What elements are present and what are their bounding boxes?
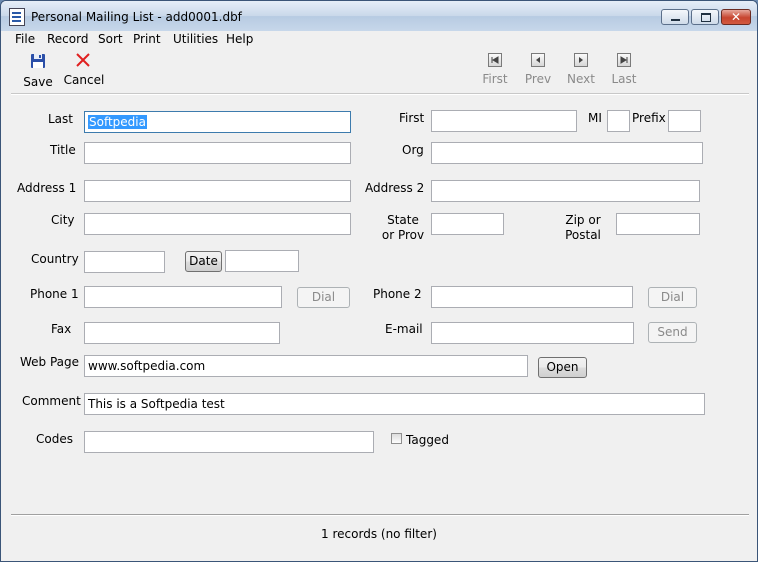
menu-file[interactable]: File xyxy=(15,32,35,46)
title-input[interactable] xyxy=(84,142,351,164)
menu-bar: File Record Sort Print Utilities Help xyxy=(1,31,757,47)
zip-input[interactable] xyxy=(616,213,700,235)
tagged-checkbox[interactable] xyxy=(391,433,402,444)
state-label-line1: State xyxy=(387,213,419,227)
floppy-disk-icon xyxy=(31,54,45,68)
save-label: Save xyxy=(23,75,53,89)
prev-label: Prev xyxy=(524,72,552,86)
app-icon[interactable] xyxy=(9,8,25,26)
red-x-icon xyxy=(76,53,90,67)
middle-initial-label: MI xyxy=(588,111,602,125)
address2-label: Address 2 xyxy=(365,181,425,195)
middle-initial-input[interactable] xyxy=(607,110,630,132)
address1-input[interactable] xyxy=(84,180,351,202)
status-divider xyxy=(11,514,749,516)
webpage-input[interactable]: www.softpedia.com xyxy=(84,355,528,377)
country-label: Country xyxy=(31,252,79,266)
menu-sort[interactable]: Sort xyxy=(98,32,123,46)
country-input[interactable] xyxy=(84,251,165,273)
next-arrow-icon xyxy=(574,53,588,67)
first-record-button[interactable]: First xyxy=(477,47,513,91)
status-bar-text: 1 records (no filter) xyxy=(321,527,437,541)
dial-phone1-button[interactable]: Dial xyxy=(297,287,350,308)
first-name-input[interactable] xyxy=(431,110,577,132)
codes-input[interactable] xyxy=(84,431,374,453)
next-label: Next xyxy=(567,72,595,86)
prev-record-button[interactable]: Prev xyxy=(520,47,556,91)
minimize-button[interactable] xyxy=(661,9,689,25)
open-webpage-button[interactable]: Open xyxy=(538,357,587,378)
menu-help[interactable]: Help xyxy=(226,32,253,46)
last-name-value: Softpedia xyxy=(88,115,147,129)
phone1-input[interactable] xyxy=(84,286,282,308)
toolbar: Save Cancel First Prev Next Last xyxy=(1,47,757,93)
phone2-input[interactable] xyxy=(431,286,633,308)
zip-label-line1: Zip or xyxy=(565,213,601,227)
comment-label: Comment xyxy=(22,394,81,408)
last-name-label: Last xyxy=(48,112,73,126)
phone2-label: Phone 2 xyxy=(373,287,422,301)
email-label: E-mail xyxy=(385,322,423,336)
maximize-icon xyxy=(701,13,711,22)
fax-label: Fax xyxy=(51,322,72,336)
zip-label: Zip or Postal xyxy=(555,213,611,243)
webpage-label: Web Page xyxy=(20,355,80,369)
state-label-line2: or Prov xyxy=(381,228,425,242)
comment-input[interactable]: This is a Softpedia test xyxy=(84,393,705,415)
dial-phone2-button[interactable]: Dial xyxy=(648,287,697,308)
close-button[interactable]: ✕ xyxy=(721,9,751,25)
city-label: City xyxy=(51,213,75,227)
city-input[interactable] xyxy=(84,213,351,235)
title-bar[interactable]: Personal Mailing List - add0001.dbf ✕ xyxy=(1,1,757,32)
cancel-button[interactable]: Cancel xyxy=(63,47,105,91)
window-title: Personal Mailing List - add0001.dbf xyxy=(31,10,242,24)
first-label: First xyxy=(482,72,508,86)
app-window: Personal Mailing List - add0001.dbf ✕ Fi… xyxy=(0,0,758,562)
org-label: Org xyxy=(402,143,424,157)
first-arrow-icon xyxy=(488,53,502,67)
state-label: State or Prov xyxy=(373,213,433,243)
save-button[interactable]: Save xyxy=(21,47,55,91)
last-name-input[interactable]: Softpedia xyxy=(84,111,351,133)
prefix-label: Prefix xyxy=(632,111,666,125)
fax-input[interactable] xyxy=(84,322,280,344)
title-label: Title xyxy=(50,143,76,157)
menu-utilities[interactable]: Utilities xyxy=(173,32,218,46)
zip-label-line2: Postal xyxy=(565,228,601,242)
send-email-button[interactable]: Send xyxy=(648,322,697,343)
next-record-button[interactable]: Next xyxy=(563,47,599,91)
phone1-label: Phone 1 xyxy=(30,287,79,301)
cancel-label: Cancel xyxy=(63,73,105,87)
last-arrow-icon xyxy=(617,53,631,67)
first-name-label: First xyxy=(399,111,425,125)
codes-label: Codes xyxy=(36,432,73,446)
state-input[interactable] xyxy=(431,213,504,235)
last-record-button[interactable]: Last xyxy=(606,47,642,91)
minimize-icon xyxy=(671,19,680,21)
menu-record[interactable]: Record xyxy=(47,32,88,46)
address1-label: Address 1 xyxy=(17,181,77,195)
email-input[interactable] xyxy=(431,322,634,344)
date-input[interactable] xyxy=(225,250,299,272)
org-input[interactable] xyxy=(431,142,703,164)
maximize-button[interactable] xyxy=(691,9,719,25)
toolbar-divider xyxy=(11,93,749,95)
menu-print[interactable]: Print xyxy=(133,32,161,46)
prev-arrow-icon xyxy=(531,53,545,67)
prefix-input[interactable] xyxy=(668,110,701,132)
address2-input[interactable] xyxy=(431,180,700,202)
close-icon: ✕ xyxy=(730,10,742,24)
last-label: Last xyxy=(611,72,637,86)
tagged-label[interactable]: Tagged xyxy=(406,433,449,447)
date-button[interactable]: Date xyxy=(185,251,222,272)
